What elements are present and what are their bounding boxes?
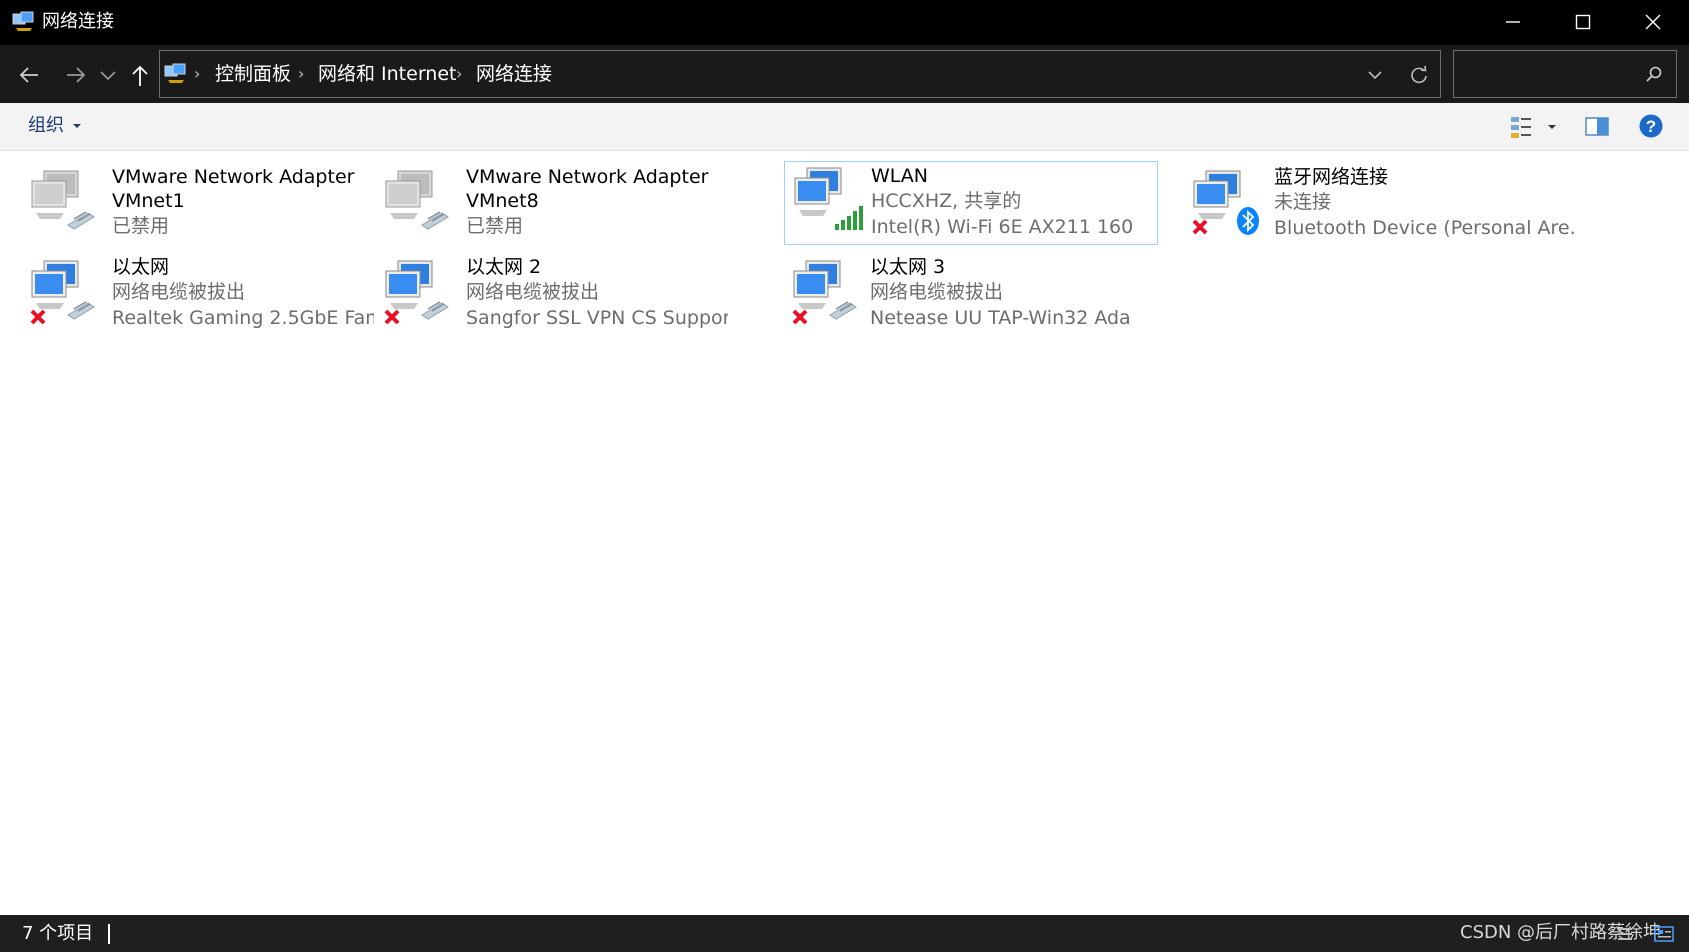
breadcrumb-control-panel[interactable]: 控制面板	[215, 63, 291, 85]
details-view-toggle-icon[interactable]	[1616, 925, 1634, 943]
connection-status: 已禁用	[112, 215, 170, 237]
navigation-bar: › 控制面板 › 网络和 Internet › 网络连接	[0, 45, 1689, 103]
breadcrumb-network-internet[interactable]: 网络和 Internet	[318, 63, 456, 85]
network-connections-icon	[164, 63, 186, 83]
organize-menu-button[interactable]: 组织	[28, 115, 64, 137]
connection-status: 网络电缆被拔出	[466, 281, 600, 303]
connection-ethernet-3[interactable]: 以太网 3 网络电缆被拔出 Netease UU TAP-Win32 Adapt…	[784, 247, 1158, 329]
connection-vmnet8[interactable]: VMware Network Adapter VMnet8 已禁用	[358, 157, 720, 239]
close-button[interactable]	[1618, 0, 1688, 45]
command-bar: 组织 ?	[0, 103, 1689, 151]
arrow-up-icon	[132, 65, 148, 86]
minimize-icon	[1506, 21, 1520, 23]
svg-text:?: ?	[1646, 117, 1656, 136]
connection-text: WLAN HCCXHZ, 共享的 Intel(R) Wi-Fi 6E AX211…	[871, 164, 1133, 240]
address-history-button[interactable]	[1359, 61, 1391, 89]
large-icons-view-toggle-icon[interactable]	[1654, 925, 1674, 943]
help-button[interactable]: ?	[1638, 113, 1664, 139]
maximize-button[interactable]	[1548, 0, 1618, 45]
search-icon	[1646, 66, 1662, 82]
search-input[interactable]	[1453, 50, 1677, 98]
connection-text: 以太网 2 网络电缆被拔出 Sangfor SSL VPN CS Support…	[466, 255, 728, 331]
connection-device: Sangfor SSL VPN CS Support S...	[466, 307, 728, 329]
caret-down-icon[interactable]	[72, 123, 82, 129]
connection-text: VMware Network Adapter VMnet8 已禁用	[466, 165, 728, 239]
connection-name: VMware Network Adapter VMnet1	[112, 166, 355, 212]
connection-name: 以太网 3	[870, 256, 946, 278]
breadcrumb-separator-icon[interactable]: ›	[456, 64, 462, 83]
connection-status: 未连接	[1274, 191, 1332, 213]
connection-device: Bluetooth Device (Personal Are...	[1274, 217, 1574, 239]
network-adapter-icon	[792, 260, 857, 325]
close-icon	[1645, 14, 1661, 30]
title-bar: 网络连接	[0, 0, 1689, 45]
connection-device: Realtek Gaming 2.5GbE Family...	[112, 307, 374, 329]
minimize-button[interactable]	[1478, 0, 1548, 45]
network-adapter-icon	[385, 170, 449, 230]
connection-name: 以太网	[112, 256, 170, 278]
connection-wlan[interactable]: WLAN HCCXHZ, 共享的 Intel(R) Wi-Fi 6E AX211…	[784, 161, 1158, 245]
connection-name: 蓝牙网络连接	[1274, 166, 1389, 188]
connection-ethernet[interactable]: 以太网 网络电缆被拔出 Realtek Gaming 2.5GbE Family…	[4, 247, 374, 329]
chevron-down-icon	[1368, 71, 1382, 80]
network-adapter-icon	[384, 260, 449, 325]
connection-text: 以太网 网络电缆被拔出 Realtek Gaming 2.5GbE Family…	[112, 255, 374, 331]
back-button[interactable]	[14, 59, 46, 91]
connection-ethernet-2[interactable]: 以太网 2 网络电缆被拔出 Sangfor SSL VPN CS Support…	[358, 247, 728, 329]
status-bar: 7 个项目 CSDN @后厂村路蔡徐坤	[0, 915, 1689, 952]
connection-status: 网络电缆被拔出	[870, 281, 1004, 303]
connection-status: 网络电缆被拔出	[112, 281, 246, 303]
item-count: 7 个项目	[22, 923, 94, 944]
help-icon: ?	[1639, 114, 1663, 138]
network-adapter-icon	[30, 260, 95, 325]
connection-text: VMware Network Adapter VMnet1 已禁用	[112, 165, 374, 239]
preview-pane-button[interactable]	[1584, 114, 1612, 140]
arrow-right-icon	[67, 67, 86, 83]
connection-name: WLAN	[871, 165, 929, 187]
connections-list: VMware Network Adapter VMnet1 已禁用 VMware…	[0, 151, 1689, 915]
preview-pane-icon	[1585, 117, 1609, 136]
connection-text: 蓝牙网络连接 未连接 Bluetooth Device (Personal Ar…	[1274, 165, 1574, 241]
breadcrumb-network-connections[interactable]: 网络连接	[476, 63, 552, 85]
connection-status: HCCXHZ, 共享的	[871, 190, 1022, 212]
connection-status: 已禁用	[466, 215, 524, 237]
refresh-icon	[1411, 65, 1427, 84]
connection-text: 以太网 3 网络电缆被拔出 Netease UU TAP-Win32 Adapt…	[870, 255, 1132, 331]
network-connections-app-icon	[12, 11, 34, 31]
recent-locations-button[interactable]	[96, 59, 120, 91]
breadcrumb-separator-icon[interactable]: ›	[298, 64, 304, 83]
chevron-down-icon	[100, 71, 116, 81]
details-view-icon	[1511, 117, 1556, 138]
change-view-button[interactable]	[1510, 114, 1562, 140]
breadcrumb-separator-icon[interactable]: ›	[194, 64, 200, 83]
maximize-icon	[1575, 14, 1591, 30]
refresh-button[interactable]	[1403, 61, 1435, 89]
connection-name: VMware Network Adapter VMnet8	[466, 166, 709, 212]
connection-name: 以太网 2	[466, 256, 542, 278]
arrow-left-icon	[19, 67, 38, 83]
wireless-adapter-icon	[794, 167, 863, 230]
window-title: 网络连接	[42, 11, 114, 32]
forward-button[interactable]	[59, 59, 91, 91]
connection-vmnet1[interactable]: VMware Network Adapter VMnet1 已禁用	[4, 157, 366, 239]
bluetooth-adapter-icon	[1192, 170, 1259, 235]
connection-device: Netease UU TAP-Win32 Adapt...	[870, 307, 1132, 329]
address-bar[interactable]: › 控制面板 › 网络和 Internet › 网络连接	[159, 50, 1441, 98]
network-adapter-icon	[31, 170, 95, 230]
up-button[interactable]	[124, 59, 156, 91]
connection-device: Intel(R) Wi-Fi 6E AX211 160M...	[871, 216, 1133, 238]
text-cursor	[108, 924, 110, 944]
connection-bluetooth[interactable]: 蓝牙网络连接 未连接 Bluetooth Device (Personal Ar…	[1166, 157, 1586, 239]
